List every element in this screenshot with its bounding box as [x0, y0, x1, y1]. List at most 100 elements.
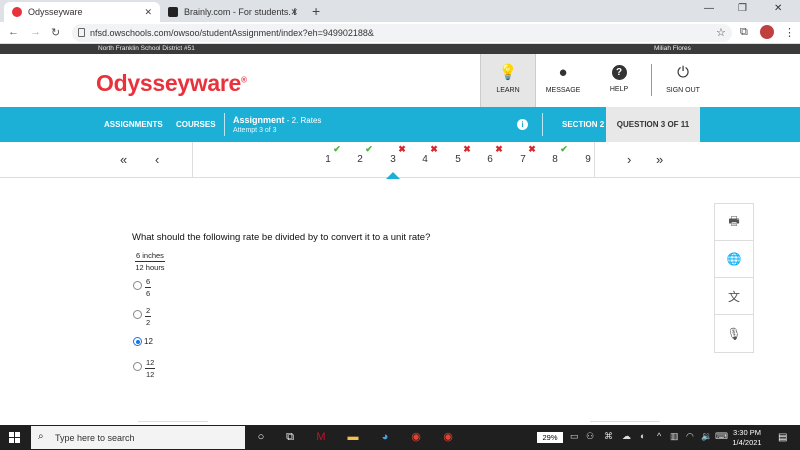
- app-tray-icon[interactable]: ⌘: [604, 431, 613, 442]
- chrome-profile-icon[interactable]: ◉: [441, 430, 455, 444]
- notifications-icon[interactable]: ▤: [778, 432, 787, 443]
- incorrect-x-icon: ✖: [463, 144, 471, 154]
- info-icon[interactable]: i: [517, 119, 528, 130]
- mcafee-icon[interactable]: M: [314, 430, 328, 444]
- volume-icon[interactable]: 🔉: [701, 431, 712, 442]
- option-radio-2[interactable]: [133, 310, 142, 319]
- tools-panel: 🖶 🌐 文 🎙: [714, 203, 754, 353]
- question-number-1[interactable]: 1: [321, 154, 335, 165]
- chrome-icon[interactable]: ◉: [409, 430, 423, 444]
- help-button[interactable]: ? HELP: [591, 54, 647, 107]
- correct-check-icon: ✔: [365, 144, 373, 154]
- profile-avatar[interactable]: [760, 25, 774, 39]
- search-icon: ⌕: [38, 431, 44, 442]
- chat-bubble-icon: ●: [558, 64, 568, 81]
- incorrect-x-icon: ✖: [430, 144, 438, 154]
- task-view-icon[interactable]: ⧉: [283, 430, 297, 444]
- battery-indicator[interactable]: 29%: [537, 432, 563, 443]
- bar-divider: [542, 113, 543, 136]
- incorrect-x-icon: ✖: [528, 144, 536, 154]
- browser-tab-odysseyware[interactable]: Odysseyware ✕: [4, 2, 160, 22]
- taskbar-search-field[interactable]: ⌕ Type here to search: [31, 426, 245, 449]
- option-radio-4[interactable]: [133, 362, 142, 371]
- printer-icon[interactable]: 🖶: [715, 204, 753, 241]
- bookmark-star-icon[interactable]: ☆: [716, 26, 726, 39]
- edge-icon[interactable]: ◕: [378, 430, 392, 444]
- question-number-7[interactable]: 7: [516, 154, 530, 165]
- question-number-3[interactable]: 3: [386, 154, 400, 165]
- previous-question-icon[interactable]: ‹: [155, 152, 159, 167]
- translate-icon[interactable]: 文: [715, 278, 753, 315]
- message-button[interactable]: ● MESSAGE: [535, 54, 591, 107]
- show-hidden-icons-icon[interactable]: ^: [657, 431, 661, 441]
- lock-icon: [78, 28, 85, 37]
- option-label-3: 12: [144, 337, 153, 346]
- new-tab-icon[interactable]: +: [312, 3, 320, 19]
- question-number-8[interactable]: 8: [548, 154, 562, 165]
- option-fraction-4: 12 12: [145, 358, 156, 379]
- option-radio-1[interactable]: [133, 281, 142, 290]
- windows-taskbar: ⌕ Type here to search ○ ⧉ M ▬ ◕ ◉ ◉ 29% …: [0, 425, 800, 450]
- next-question-icon[interactable]: ›: [627, 152, 631, 167]
- question-navigation: « ‹ › » 1 ✔ 2 ✔ 3 ✖ 4 ✖ 5 ✖ 6 ✖ 7 ✖ 8 ✔ 9: [0, 142, 800, 178]
- tab-title: Brainly.com - For students. By stu: [184, 7, 296, 17]
- back-arrow-icon[interactable]: ←: [8, 26, 19, 38]
- browser-tab-brainly[interactable]: Brainly.com - For students. By stu ✕: [160, 2, 306, 22]
- menu-kebab-icon[interactable]: ⋮: [784, 26, 795, 39]
- webcam-icon[interactable]: ◐: [640, 431, 645, 441]
- bar-divider: [224, 113, 225, 136]
- question-number-9[interactable]: 9: [581, 154, 595, 165]
- question-indicator: QUESTION 3 OF 11: [606, 107, 700, 142]
- url-field[interactable]: nfsd.owschools.com/owsoo/studentAssignme…: [72, 24, 732, 42]
- question-mark-icon: ?: [611, 65, 627, 80]
- people-icon[interactable]: ⚇: [586, 431, 594, 442]
- file-explorer-icon[interactable]: ▬: [346, 430, 360, 444]
- address-bar-row: ← → ↻ nfsd.owschools.com/owsoo/studentAs…: [0, 22, 800, 44]
- tab-title: Odysseyware: [28, 7, 83, 17]
- learn-button[interactable]: 💡 LEARN: [480, 54, 536, 107]
- last-question-icon[interactable]: »: [656, 152, 663, 167]
- minimize-icon[interactable]: —: [704, 3, 714, 14]
- forward-arrow-icon[interactable]: →: [30, 26, 41, 38]
- odysseyware-logo: Odysseyware®: [96, 70, 247, 96]
- cortana-icon[interactable]: ○: [254, 430, 268, 444]
- attempt-count: Attempt 3 of 3: [233, 127, 277, 134]
- question-text: What should the following rate be divide…: [132, 232, 431, 243]
- globe-icon[interactable]: 🌐: [715, 241, 753, 278]
- lightbulb-icon: 💡: [498, 64, 518, 81]
- restore-icon[interactable]: ❐: [738, 3, 747, 14]
- first-question-icon[interactable]: «: [120, 152, 127, 167]
- question-number-2[interactable]: 2: [353, 154, 367, 165]
- windows-start-icon[interactable]: [9, 432, 20, 443]
- url-text: nfsd.owschools.com/owsoo/studentAssignme…: [90, 28, 374, 38]
- question-number-4[interactable]: 4: [418, 154, 432, 165]
- network-icon[interactable]: ▥: [670, 431, 679, 442]
- incorrect-x-icon: ✖: [398, 144, 406, 154]
- browser-tab-strip: Odysseyware ✕ Brainly.com - For students…: [0, 0, 800, 22]
- microphone-icon[interactable]: 🎙: [715, 315, 753, 352]
- user-name: Miliah Flores: [654, 45, 691, 52]
- incorrect-x-icon: ✖: [495, 144, 503, 154]
- courses-link[interactable]: COURSES: [176, 120, 216, 129]
- assignment-bar: ASSIGNMENTS COURSES Assignment - 2. Rate…: [0, 107, 800, 142]
- wifi-icon[interactable]: ◠: [686, 431, 694, 442]
- header-divider: [651, 64, 652, 96]
- language-icon[interactable]: ⌨: [715, 431, 728, 442]
- district-name: North Franklin School District #51: [98, 45, 195, 52]
- onedrive-icon[interactable]: ☁: [622, 431, 631, 442]
- system-clock[interactable]: 3:30 PM 1/4/2021: [729, 428, 765, 448]
- assignment-title: Assignment - 2. Rates: [233, 115, 322, 125]
- question-number-5[interactable]: 5: [451, 154, 465, 165]
- battery-icon[interactable]: ▭: [570, 431, 579, 442]
- brainly-favicon-icon: [168, 7, 178, 17]
- reload-icon[interactable]: ↻: [51, 26, 60, 39]
- close-window-icon[interactable]: ✕: [774, 3, 782, 14]
- close-tab-icon[interactable]: ✕: [144, 7, 152, 18]
- question-number-6[interactable]: 6: [483, 154, 497, 165]
- assignments-link[interactable]: ASSIGNMENTS: [104, 120, 163, 129]
- close-tab-icon[interactable]: ✕: [290, 7, 298, 18]
- extensions-puzzle-icon[interactable]: ⧉: [740, 26, 748, 39]
- option-radio-3[interactable]: [133, 337, 142, 346]
- sign-out-button[interactable]: ⏻ SIGN OUT: [655, 54, 711, 107]
- correct-check-icon: ✔: [560, 144, 568, 154]
